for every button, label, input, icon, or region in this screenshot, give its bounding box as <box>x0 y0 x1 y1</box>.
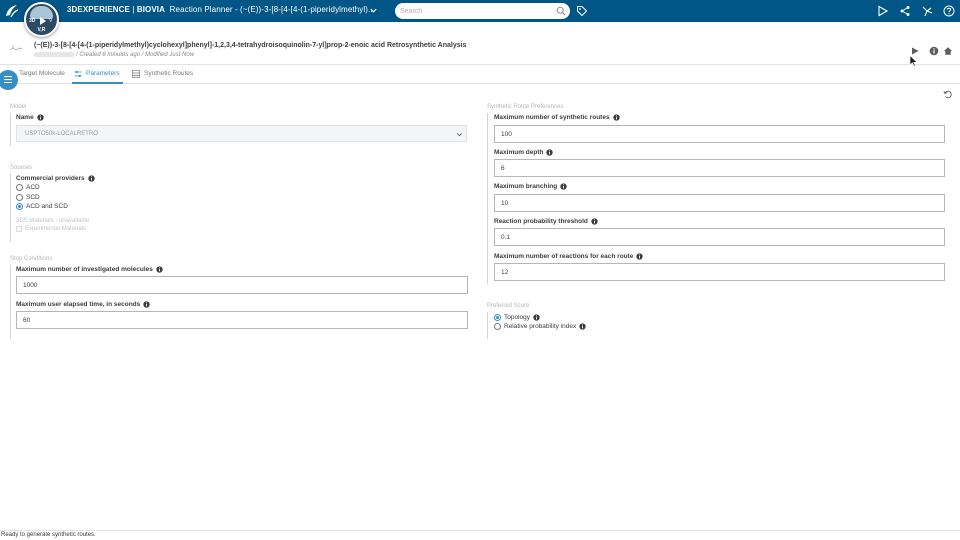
app-title: 3DEXPERIENCE | BIOVIA Reaction Planner -… <box>67 5 375 14</box>
search-input[interactable] <box>400 5 550 17</box>
owner-redacted <box>34 52 74 57</box>
stop-section <box>10 265 11 339</box>
info-icon[interactable] <box>37 114 44 121</box>
molecule-thumbnail-icon <box>9 45 23 51</box>
max-molecules-input[interactable]: 1000 <box>16 276 468 294</box>
radio-scd[interactable]: SCD <box>16 194 40 201</box>
route-prefs-section <box>487 113 488 284</box>
checkbox <box>16 226 22 232</box>
max-depth-label: Maximum depth <box>494 149 554 156</box>
search-box[interactable] <box>395 3 570 19</box>
info-icon[interactable] <box>546 149 554 156</box>
radio-acd[interactable]: ACD <box>16 184 40 191</box>
model-section-title: Model <box>10 104 27 110</box>
max-branching-input[interactable]: 10 <box>494 194 945 212</box>
max-routes-label: Maximum number of synthetic routes <box>494 114 620 121</box>
tab-target-molecule[interactable]: Target Molecule <box>19 70 65 84</box>
info-icon[interactable] <box>143 301 150 308</box>
info-icon[interactable] <box>929 46 939 56</box>
max-time-label: Maximum user elapsed time, in seconds <box>16 301 150 308</box>
compass-version: V,R <box>37 27 46 33</box>
search-icon[interactable] <box>556 6 566 16</box>
stop-section-title: Stop Conditions <box>10 256 53 262</box>
radio-circle[interactable] <box>494 323 501 330</box>
document-title: (~(E))-3-[8-[4-[4-(1-piperidylmethyl)cyc… <box>34 42 467 49</box>
max-time-input[interactable]: 60 <box>16 311 468 329</box>
side-menu-button[interactable] <box>0 70 18 90</box>
compass-3d-label: 3D <box>29 18 36 24</box>
max-reactions-label: Maximum number of reactions for each rou… <box>494 253 644 260</box>
3ds-materials-unavailable: 3DS Materials - unavailable <box>16 218 90 224</box>
experimental-materials-checkbox: Experimental Materials <box>16 226 86 232</box>
sources-section <box>10 174 11 242</box>
max-branching-label: Maximum branching <box>494 183 567 190</box>
radio-relative-probability[interactable]: Relative probability index <box>494 323 586 330</box>
radio-circle[interactable] <box>16 184 23 191</box>
radio-topology[interactable]: Topology <box>494 314 540 321</box>
menu-icon <box>4 76 12 83</box>
table-icon <box>132 70 140 78</box>
radio-circle-selected[interactable] <box>16 203 23 210</box>
info-icon[interactable] <box>560 183 567 190</box>
home-icon[interactable] <box>943 46 953 56</box>
mouse-cursor-icon <box>909 55 918 67</box>
chevron-down-icon <box>457 133 462 137</box>
info-icon[interactable] <box>156 266 163 273</box>
play-icon <box>40 17 46 25</box>
probability-threshold-input[interactable]: 0.1 <box>494 228 945 246</box>
model-select[interactable]: USPTO50k-LOCALRETRO <box>16 125 467 142</box>
chevron-down-icon[interactable] <box>369 6 378 15</box>
compass-v-label: V <box>49 18 53 24</box>
commercial-providers-label: Commercial providers <box>16 175 95 182</box>
sliders-icon <box>74 71 82 77</box>
radio-circle-selected[interactable] <box>494 314 501 321</box>
max-routes-input[interactable]: 100 <box>494 125 945 143</box>
help-icon[interactable] <box>943 5 955 17</box>
tab-synthetic-routes[interactable]: Synthetic Routes <box>132 70 193 84</box>
document-meta: / Created 8 minutes ago / Modified Just … <box>34 52 194 58</box>
max-reactions-input[interactable]: 12 <box>494 263 945 281</box>
info-icon[interactable] <box>636 253 644 260</box>
max-depth-input[interactable]: 6 <box>494 159 945 177</box>
info-icon[interactable] <box>579 323 586 330</box>
status-bar: Ready to generate synthetic routes. <box>0 530 960 540</box>
document-header: (~(E))-3-[8-[4-[4-(1-piperidylmethyl)cyc… <box>0 37 960 65</box>
ds-logo-icon <box>6 5 19 18</box>
model-name-label: Name <box>16 114 44 121</box>
probability-threshold-label: Reaction probability threshold <box>494 218 598 225</box>
info-icon[interactable] <box>533 314 540 321</box>
share-play-icon[interactable] <box>877 5 889 17</box>
tab-parameters[interactable]: Parameters <box>72 70 123 84</box>
sources-section-title: Sources <box>10 165 33 171</box>
radio-circle[interactable] <box>16 194 23 201</box>
tab-bar: Target Molecule Parameters Synthetic Rou… <box>0 67 960 84</box>
top-bar: 3DEXPERIENCE | BIOVIA Reaction Planner -… <box>0 0 960 22</box>
score-section-title: Preferred Score <box>487 303 530 309</box>
info-icon[interactable] <box>591 218 598 225</box>
score-section <box>487 312 488 339</box>
share-icon[interactable] <box>899 5 911 17</box>
compass-button[interactable]: 3D V V,R <box>24 2 59 37</box>
reset-icon[interactable] <box>943 90 952 99</box>
info-icon[interactable] <box>87 175 95 182</box>
apps-icon[interactable] <box>921 5 933 17</box>
radio-acd-and-scd[interactable]: ACD and SCD <box>16 203 68 210</box>
max-molecules-label: Maximum number of investigated molecules <box>16 266 163 273</box>
model-section <box>10 113 11 146</box>
route-prefs-section-title: Synthetic Route Preferences <box>487 104 564 110</box>
info-icon[interactable] <box>612 114 620 121</box>
tag-icon[interactable] <box>576 5 588 17</box>
